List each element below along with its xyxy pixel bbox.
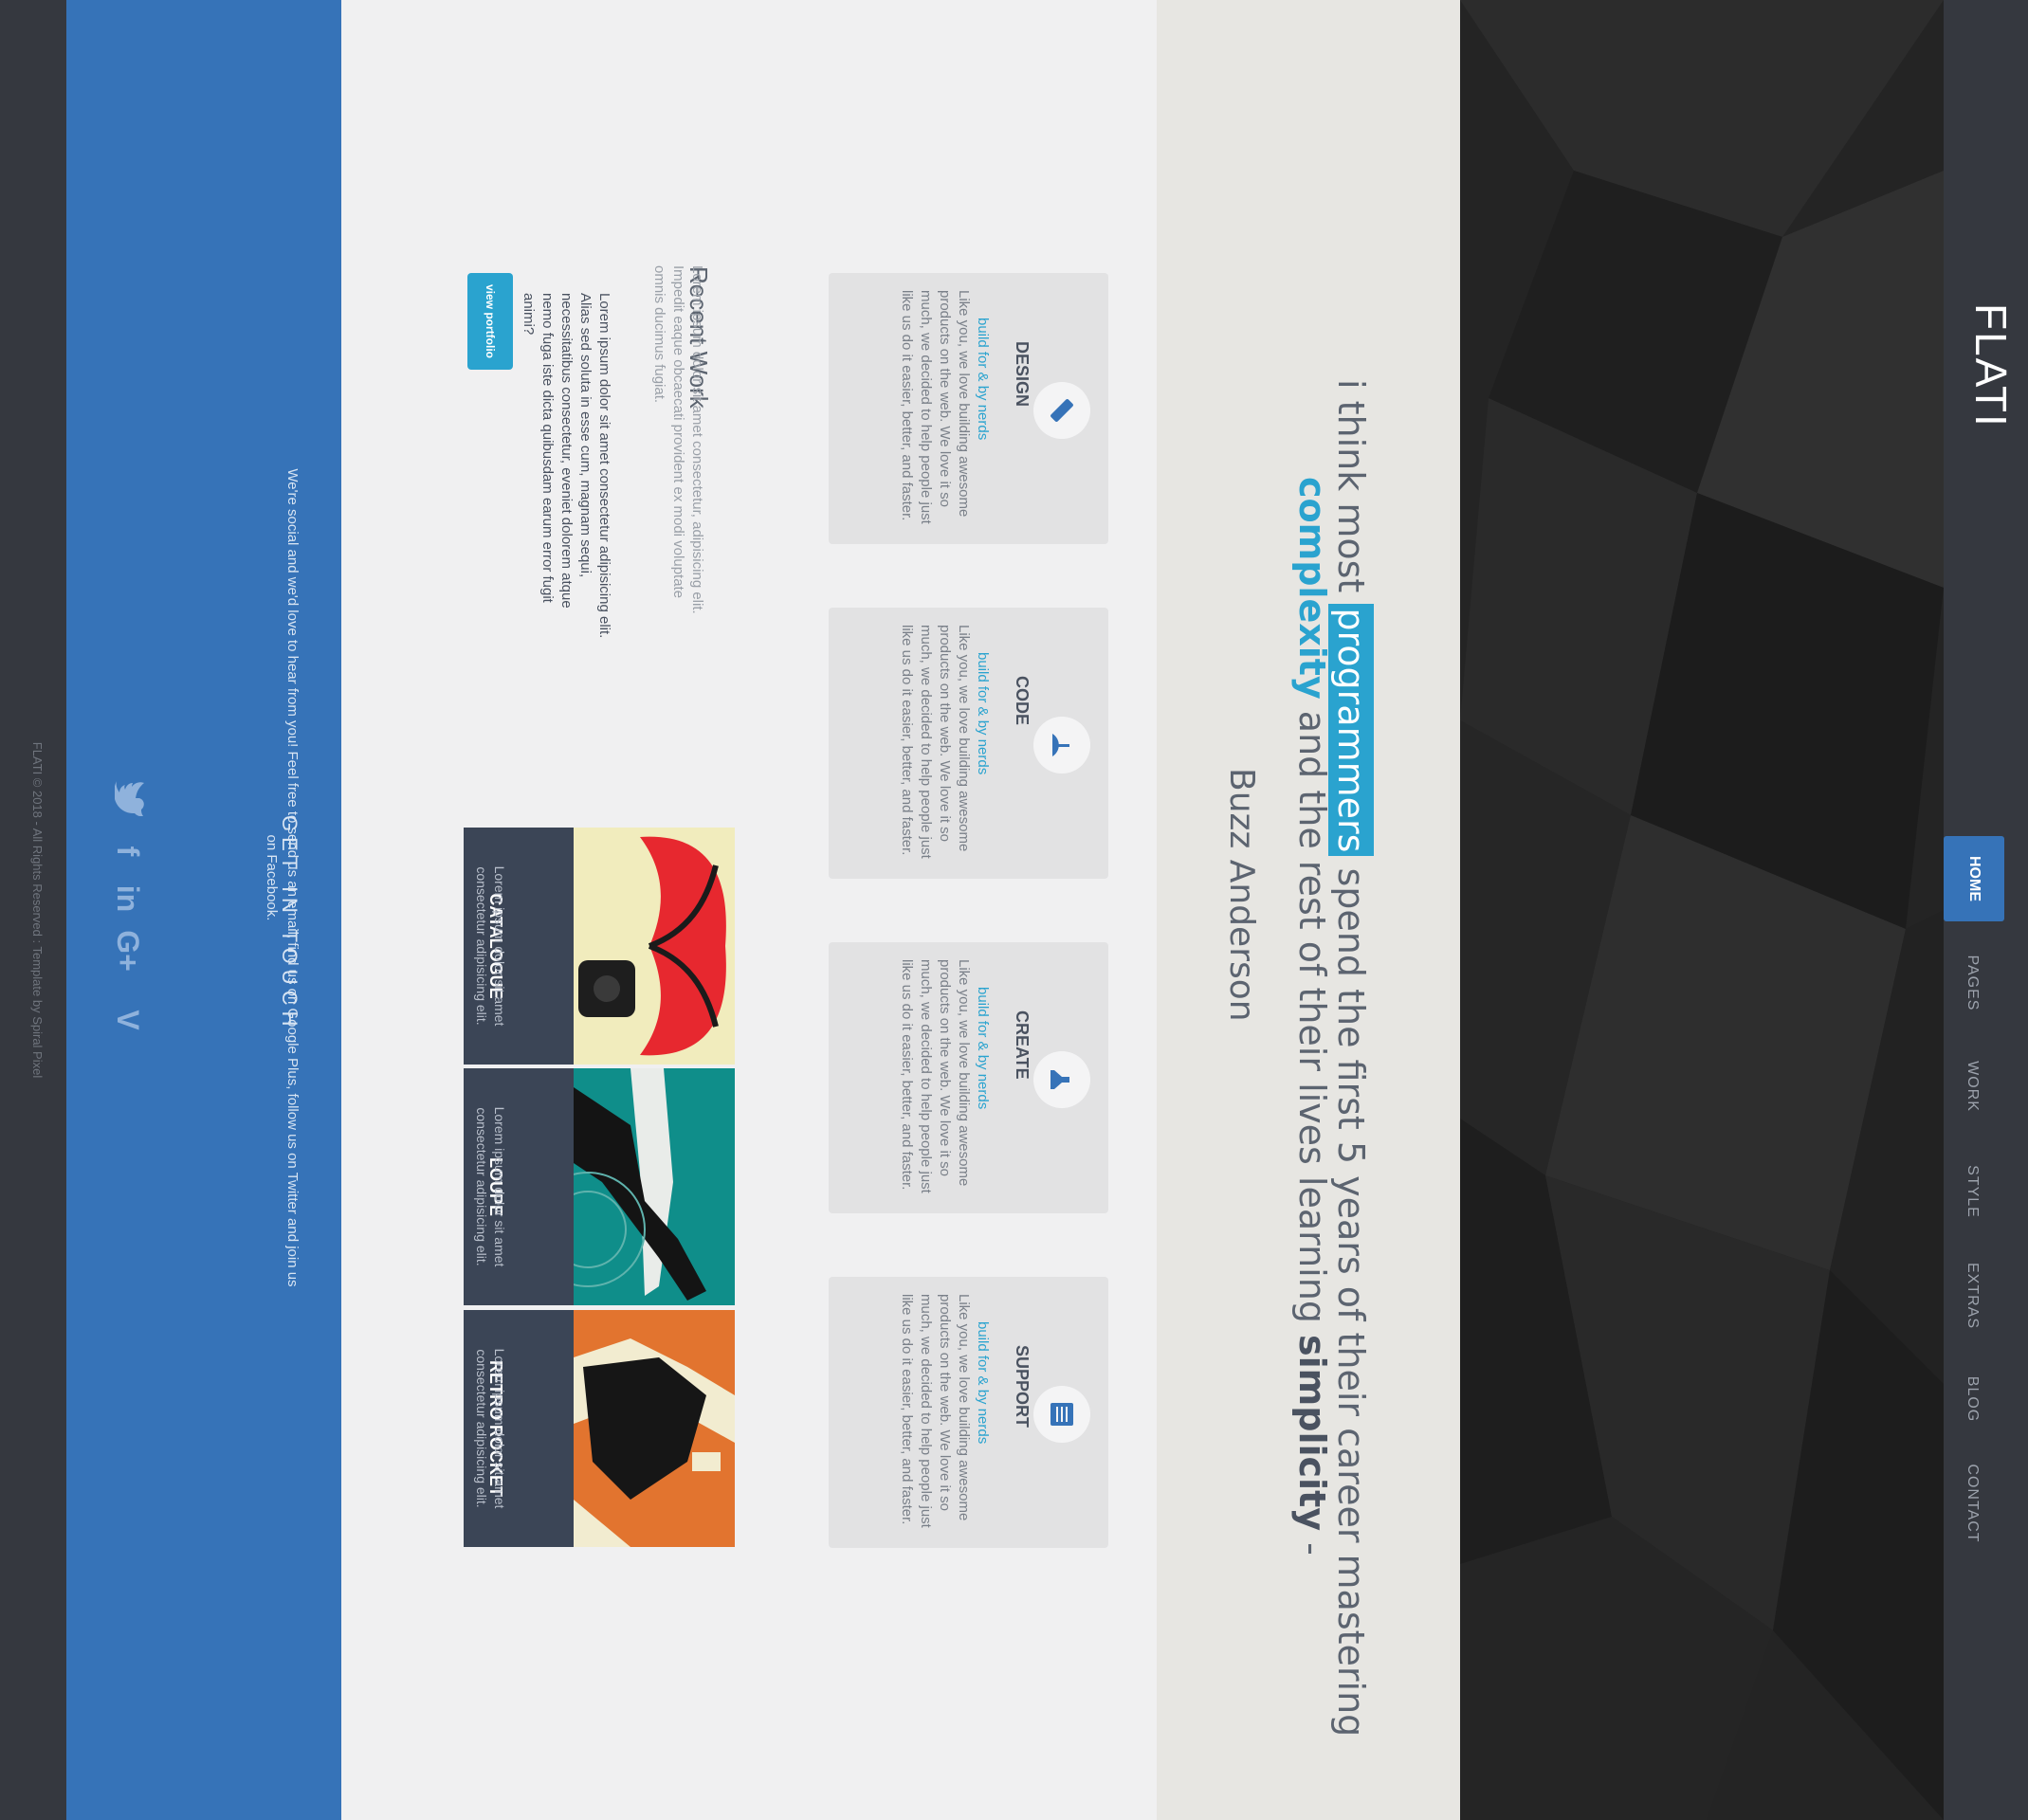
nav-item-home[interactable]: HOME: [1964, 831, 1983, 926]
service-title: SUPPORT: [1013, 1345, 1032, 1429]
service-body: Like you, we love building awesome produ…: [899, 290, 972, 524]
nav-item-pages[interactable]: PAGES: [1963, 936, 1982, 1030]
flask-icon: [1051, 1070, 1069, 1089]
service-subtitle: build for & by nerds: [975, 318, 991, 441]
quote-line-2: complexity and the rest of their lives l…: [1291, 477, 1333, 1556]
umbrella-icon-circle: [1033, 717, 1090, 774]
portfolio-image-rocket[interactable]: [574, 1310, 735, 1547]
service-card-design: DESIGN build for & by nerds Like you, we…: [829, 273, 1108, 544]
vimeo-icon[interactable]: V: [109, 996, 147, 1044]
portfolio-image-hand[interactable]: [574, 1068, 735, 1305]
portfolio-caption: LOUPE Lorem ipsum dolor sit amet consect…: [464, 1068, 574, 1305]
portfolio-image-lips[interactable]: [574, 828, 735, 1065]
service-body: Like you, we love building awesome produ…: [899, 625, 972, 859]
service-body: Like you, we love building awesome produ…: [899, 1294, 972, 1528]
service-subtitle: build for & by nerds: [975, 652, 991, 775]
view-portfolio-button[interactable]: view portfolio: [467, 273, 513, 370]
service-card-create: CREATE build for & by nerds Like you, we…: [829, 942, 1108, 1213]
portfolio-item-retro-rocket[interactable]: RETRO ROCKET Lorem ipsum dolor sit amet …: [464, 1310, 735, 1547]
portfolio-text: Lorem ipsum dolor sit amet consectetur a…: [474, 865, 507, 1027]
recent-work-intro: Lorem ipsum dolor sit amet consectetur, …: [651, 265, 705, 614]
hand-illustration: [574, 1068, 735, 1305]
google-plus-icon[interactable]: G+: [109, 927, 147, 974]
umbrella-icon: [1052, 734, 1069, 756]
nav-item-blog[interactable]: BLOG: [1963, 1352, 1982, 1447]
polygon-background: [1460, 0, 1944, 1820]
service-title: CREATE: [1013, 1010, 1032, 1080]
service-subtitle: build for & by nerds: [975, 987, 991, 1110]
portfolio-item-loupe[interactable]: LOUPE Lorem ipsum dolor sit amet consect…: [464, 1068, 735, 1305]
nav-item-style[interactable]: STYLE: [1963, 1144, 1982, 1239]
book-icon: [1051, 1403, 1073, 1426]
service-card-support: SUPPORT build for & by nerds Like you, w…: [829, 1277, 1108, 1548]
portfolio-caption: RETRO ROCKET Lorem ipsum dolor sit amet …: [464, 1310, 574, 1547]
service-subtitle: build for & by nerds: [975, 1321, 991, 1445]
hero-section: [1460, 0, 1944, 1820]
service-card-code: CODE build for & by nerds Like you, we l…: [829, 608, 1108, 879]
linkedin-icon[interactable]: in: [109, 875, 147, 922]
service-title: CODE: [1013, 676, 1032, 726]
portfolio-item-catalogue[interactable]: CATALOGUE Lorem ipsum dolor sit amet con…: [464, 828, 735, 1065]
lips-illustration: [574, 828, 735, 1065]
service-body: Like you, we love building awesome produ…: [899, 959, 972, 1193]
recent-work-description: Lorem ipsum dolor sit amet consectetur a…: [521, 293, 612, 639]
portfolio-text: Lorem ipsum dolor sit amet consectetur a…: [474, 1348, 507, 1509]
portfolio-text: Lorem ipsum dolor sit amet consectetur a…: [474, 1106, 507, 1267]
book-icon-circle: [1033, 1386, 1090, 1443]
brand-logo[interactable]: FLATI: [1966, 303, 2016, 428]
view-portfolio-label[interactable]: view portfolio: [481, 274, 500, 369]
nav-item-work[interactable]: WORK: [1963, 1039, 1982, 1134]
nav-item-contact[interactable]: CONTACT: [1963, 1456, 1982, 1551]
pencil-icon: [1051, 399, 1073, 422]
get-in-touch-text: We're social and we'd love to hear from …: [264, 468, 301, 1287]
service-title: DESIGN: [1013, 341, 1032, 408]
twitter-bird: [114, 781, 144, 816]
nav-item-extras[interactable]: EXTRAS: [1963, 1248, 1982, 1343]
flask-icon-circle: [1033, 1051, 1090, 1108]
footer-copyright: FLATI © 2018 - All Rights Reserved : Tem…: [30, 741, 45, 1079]
twitter-icon[interactable]: [109, 775, 147, 823]
portfolio-caption: CATALOGUE Lorem ipsum dolor sit amet con…: [464, 828, 574, 1065]
facebook-icon[interactable]: f: [109, 828, 147, 875]
rocket-illustration: [574, 1310, 735, 1547]
quote-author: Buzz Anderson: [1222, 768, 1261, 1022]
pencil-icon-circle: [1033, 382, 1090, 439]
